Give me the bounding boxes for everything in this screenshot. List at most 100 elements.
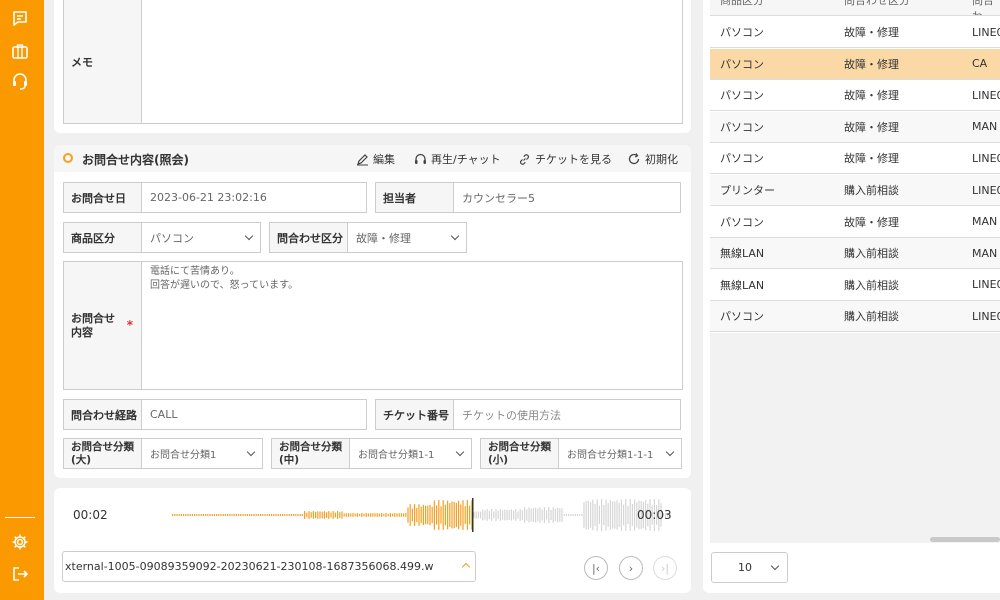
table-row[interactable]: パソコン 故障・修理 MAN xyxy=(710,111,1000,143)
waveform-bar xyxy=(528,507,530,523)
ticket-number-input[interactable]: チケットの使用方法 xyxy=(454,400,680,429)
support-icon[interactable] xyxy=(10,71,30,91)
inquiry-content-field[interactable]: お問合せ内容 * 電話にて苦情あり。 回答が遅いので、怒っています。 xyxy=(63,261,683,390)
reset-label: 初期化 xyxy=(645,153,678,166)
table-cell: LINE0 xyxy=(972,88,1000,102)
inquiry-type-select[interactable]: 問合わせ区分 故障・修理 xyxy=(269,222,467,253)
play-chat-button[interactable]: 再生/チャット xyxy=(414,151,501,167)
waveform-bar xyxy=(354,513,356,517)
reset-button[interactable]: 初期化 xyxy=(627,151,678,167)
briefcase-icon[interactable] xyxy=(10,41,30,61)
chevron-down-icon xyxy=(244,231,254,240)
waveform-bar xyxy=(603,504,605,526)
category-mid-select[interactable]: お問合せ分類 (中) お問合せ分類1-1 xyxy=(271,438,472,469)
chat-icon[interactable] xyxy=(10,9,30,29)
inquiry-content-label-text: お問合せ内容 xyxy=(71,311,115,339)
waveform-bar xyxy=(572,514,574,516)
first-button[interactable]: |‹ xyxy=(584,556,608,580)
ticket-number-field[interactable]: チケット番号 チケットの使用方法 xyxy=(375,399,681,430)
results-table-card: 商品区分 問合わせ区分 問合わ パソコン故障・修理LINE0パソコン故障・修理C… xyxy=(703,0,1000,593)
last-button[interactable]: ›| xyxy=(653,556,677,580)
table-row[interactable]: 無線LAN 購入前相談 LINE0 xyxy=(710,270,1000,301)
total-time: 00:03 xyxy=(637,508,672,522)
waveform-bar xyxy=(323,511,325,519)
waveform-bar xyxy=(244,514,246,516)
waveform-bar xyxy=(273,514,275,516)
waveform-bar xyxy=(422,504,424,526)
link-icon xyxy=(520,153,529,165)
waveform-bar xyxy=(198,514,200,516)
logout-icon[interactable] xyxy=(10,564,30,584)
waveform-bar xyxy=(293,514,295,516)
waveform-bar xyxy=(517,511,519,519)
audio-waveform[interactable] xyxy=(172,498,672,532)
category-small-select[interactable]: お問合せ分類 (小) お問合せ分類1-1-1 xyxy=(480,438,682,469)
waveform-bar xyxy=(194,514,196,516)
waveform-bar xyxy=(433,500,435,530)
settings-icon[interactable] xyxy=(10,532,30,552)
audio-file-select[interactable]: xternal-1005-09089359092-20230621-230108… xyxy=(62,551,476,582)
waveform-bar xyxy=(436,505,438,525)
playhead[interactable] xyxy=(472,498,474,532)
waveform-bar xyxy=(367,513,369,517)
table-cell: プリンター xyxy=(720,184,775,197)
ticket-number-label: チケット番号 xyxy=(376,400,454,429)
waveform-bar xyxy=(251,514,253,516)
chevron-down-icon xyxy=(450,231,460,240)
waveform-bar xyxy=(277,514,279,516)
category-mid-label-2: (中) xyxy=(279,453,300,466)
waveform-bar xyxy=(304,511,306,519)
category-large-value: お問合せ分類1 xyxy=(150,450,217,461)
table-row[interactable]: パソコン 故障・修理 MAN xyxy=(710,207,1000,238)
table-row[interactable]: パソコン 故障・修理 LINE0 xyxy=(710,143,1000,175)
next-button[interactable]: › xyxy=(619,556,643,580)
waveform-bar xyxy=(372,513,374,517)
view-ticket-button[interactable]: チケットを見る xyxy=(518,151,612,167)
waveform-bar xyxy=(345,513,347,517)
waveform-bar xyxy=(420,506,422,524)
table-cell: 故障・修理 xyxy=(844,57,899,71)
table-row[interactable]: パソコン 故障・修理 CA xyxy=(710,48,1000,80)
waveform-bar xyxy=(508,510,510,520)
page-size-select[interactable]: 10 xyxy=(711,552,788,583)
waveform-bar xyxy=(365,513,367,517)
waveform-bar xyxy=(477,511,479,519)
horizontal-scrollbar[interactable] xyxy=(930,537,1000,542)
waveform-bar xyxy=(405,513,407,517)
table-row[interactable]: 無線LAN 購入前相談 MAN xyxy=(710,238,1000,270)
inquiry-type-label: 問合わせ区分 xyxy=(270,223,348,252)
table-cell: パソコン xyxy=(720,57,764,71)
waveform-bar xyxy=(623,504,625,526)
category-large-select-box: お問合せ分類1 xyxy=(142,439,262,468)
table-row[interactable]: パソコン 購入前相談 LINE0 xyxy=(710,301,1000,333)
chevron-down-icon xyxy=(455,447,465,456)
waveform-bar xyxy=(554,508,556,522)
table-cell: 故障・修理 xyxy=(844,120,899,134)
inquiry-content-line: 電話にて苦情あり。 xyxy=(150,266,240,277)
table-row[interactable]: プリンター 購入前相談 LINE0 xyxy=(710,175,1000,206)
table-row[interactable]: パソコン 故障・修理 LINE0 xyxy=(710,17,1000,48)
waveform-bar xyxy=(180,514,182,516)
product-select[interactable]: 商品区分 パソコン xyxy=(63,222,261,253)
inquiry-type-value: 故障・修理 xyxy=(356,231,411,245)
waveform-bar xyxy=(460,504,462,526)
waveform-bar xyxy=(209,514,211,516)
edit-button[interactable]: 編集 xyxy=(356,151,395,167)
route-field: 問合わせ経路 CALL xyxy=(63,399,367,430)
table-cell: 無線LAN xyxy=(720,278,765,292)
table-row[interactable]: パソコン 故障・修理 LINE0 xyxy=(710,80,1000,112)
waveform-bar xyxy=(200,514,202,516)
waveform-bar xyxy=(392,513,394,517)
sidebar xyxy=(0,0,44,600)
waveform-bar xyxy=(257,514,259,516)
inquiry-content-text[interactable]: 電話にて苦情あり。 回答が遅いので、怒っています。 xyxy=(142,262,682,389)
audio-player-card: 00:02 00:03 xternal-1005-09089359092-202… xyxy=(54,488,691,593)
waveform-bar xyxy=(174,514,176,516)
waveform-bar xyxy=(218,514,220,516)
category-large-select[interactable]: お問合せ分類 (大) お問合せ分類1 xyxy=(63,438,263,469)
table-empty-area xyxy=(710,333,1000,543)
waveform-bar xyxy=(260,514,262,516)
waveform-bar xyxy=(356,513,358,517)
waveform-bar xyxy=(185,514,187,516)
table-cell: 購入前相談 xyxy=(844,310,899,324)
